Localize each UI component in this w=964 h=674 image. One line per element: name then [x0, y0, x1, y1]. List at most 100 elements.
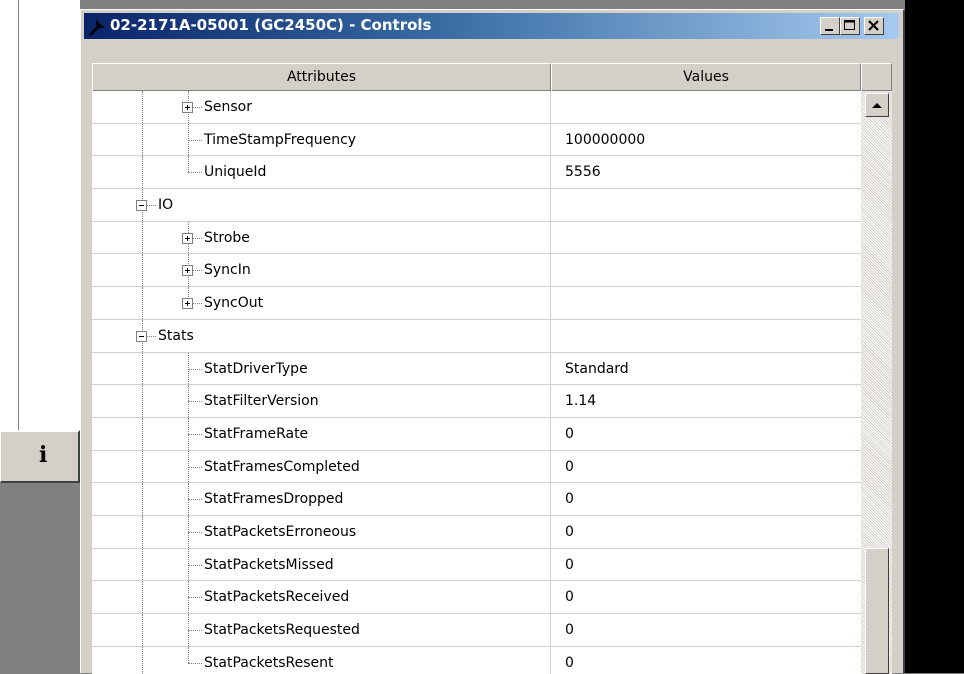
table-row[interactable]: UniqueId 5556	[92, 156, 861, 190]
value-cell[interactable]	[551, 189, 861, 221]
attribute-label: Strobe	[204, 229, 250, 246]
table-row[interactable]: StatFramesCompleted 0	[92, 450, 861, 484]
expand-icon[interactable]	[182, 232, 193, 244]
table-row[interactable]: StatFrameRate 0	[92, 417, 861, 451]
collapse-icon[interactable]	[136, 330, 147, 342]
table-row[interactable]: StatPacketsResent 0	[92, 646, 861, 674]
attribute-cell[interactable]: StatPacketsErroneous	[92, 515, 551, 548]
background-panel	[0, 0, 80, 430]
attribute-cell[interactable]: StatPacketsMissed	[92, 548, 551, 581]
minimize-icon	[825, 29, 833, 31]
tree-line	[142, 156, 143, 189]
tree-line	[188, 630, 202, 631]
value-cell[interactable]	[551, 222, 861, 254]
attribute-cell[interactable]: StatFramesCompleted	[92, 450, 551, 483]
value-cell[interactable]: 0	[551, 581, 861, 613]
minimize-button[interactable]	[820, 17, 840, 35]
tree-line	[142, 91, 143, 123]
tree-line	[142, 221, 143, 254]
table-row[interactable]: StatPacketsErroneous 0	[92, 515, 861, 549]
value-cell[interactable]: 5556	[551, 156, 861, 188]
tree-line	[142, 515, 143, 548]
column-header-values[interactable]: Values	[551, 63, 861, 91]
table-row[interactable]: SyncOut	[92, 287, 861, 320]
attribute-cell[interactable]: StatDriverType	[92, 352, 551, 385]
value-cell[interactable]	[551, 254, 861, 286]
attribute-cell[interactable]: Sensor	[92, 91, 551, 123]
tree-line	[142, 450, 143, 483]
grid-header: Attributes Values	[92, 63, 892, 91]
window-title: 02-2171A-05001 (GC2450C) - Controls	[110, 16, 432, 34]
background-right	[905, 0, 964, 673]
table-row[interactable]: StatFilterVersion 1.14	[92, 385, 861, 418]
value-cell[interactable]: 0	[551, 516, 861, 548]
wrench-icon	[89, 19, 105, 36]
attribute-label: StatPacketsRequested	[204, 622, 360, 638]
table-row[interactable]: StatPacketsMissed 0	[92, 548, 861, 582]
attribute-cell[interactable]: StatFrameRate	[92, 417, 551, 450]
vertical-scrollbar[interactable]	[861, 91, 892, 674]
value-cell[interactable]: 0	[551, 451, 861, 483]
tree-line	[142, 385, 143, 417]
info-icon: i	[39, 442, 48, 468]
tree-line	[188, 401, 202, 403]
tree-line	[188, 564, 202, 566]
attribute-label: StatDriverType	[204, 360, 308, 377]
close-button[interactable]	[864, 17, 884, 35]
table-row[interactable]: StatDriverType Standard	[92, 352, 861, 386]
value-cell[interactable]	[551, 91, 861, 123]
value-cell[interactable]: 1.14	[551, 385, 861, 417]
value-cell[interactable]: 0	[551, 614, 861, 646]
column-header-attributes[interactable]: Attributes	[92, 63, 551, 91]
table-row[interactable]: Strobe	[92, 221, 861, 255]
scrollbar-thumb[interactable]	[865, 548, 889, 674]
expand-icon[interactable]	[182, 298, 193, 310]
tree-line	[188, 139, 202, 141]
attribute-label: Stats	[158, 327, 194, 344]
table-row[interactable]: StatPacketsReceived 0	[92, 581, 861, 614]
background-divider	[18, 0, 19, 430]
attribute-cell[interactable]: TimeStampFrequency	[92, 123, 551, 156]
attribute-cell[interactable]: SyncOut	[92, 287, 551, 319]
maximize-icon	[844, 20, 855, 30]
info-button[interactable]: i	[0, 430, 80, 483]
title-bar[interactable]: 02-2171A-05001 (GC2450C) - Controls	[84, 13, 899, 39]
value-cell[interactable]: 100000000	[551, 124, 861, 156]
table-row[interactable]: Sensor	[92, 91, 861, 124]
attribute-cell[interactable]: Stats	[92, 319, 551, 352]
expand-icon[interactable]	[182, 265, 193, 277]
value-cell[interactable]: 0	[551, 418, 861, 450]
table-row[interactable]: IO	[92, 189, 861, 222]
value-cell[interactable]: 0	[551, 647, 861, 674]
value-cell[interactable]: 0	[551, 549, 861, 581]
header-corner	[861, 63, 892, 91]
attributes-grid: Attributes Values Sensor TimeStampFrequen…	[92, 63, 892, 674]
value-cell[interactable]: 0	[551, 483, 861, 515]
tree-line	[142, 614, 143, 646]
attribute-cell[interactable]: StatPacketsResent	[92, 646, 551, 674]
table-row[interactable]: StatFramesDropped 0	[92, 483, 861, 516]
attribute-cell[interactable]: StatPacketsReceived	[92, 581, 551, 613]
table-row[interactable]: Stats	[92, 319, 861, 353]
maximize-button[interactable]	[840, 17, 860, 35]
expand-icon[interactable]	[182, 102, 193, 113]
collapse-icon[interactable]	[136, 200, 147, 212]
table-row[interactable]: TimeStampFrequency 100000000	[92, 123, 861, 157]
attribute-cell[interactable]: IO	[92, 189, 551, 221]
attribute-label: StatFramesCompleted	[204, 458, 360, 475]
attribute-cell[interactable]: SyncIn	[92, 254, 551, 287]
value-cell[interactable]	[551, 287, 861, 319]
attribute-cell[interactable]: UniqueId	[92, 156, 551, 189]
table-row[interactable]: SyncIn	[92, 254, 861, 288]
attribute-cell[interactable]: StatFramesDropped	[92, 483, 551, 515]
attribute-cell[interactable]: StatFilterVersion	[92, 385, 551, 417]
tree-line	[142, 483, 143, 515]
scroll-up-button[interactable]	[865, 93, 889, 117]
attribute-label: TimeStampFrequency	[204, 131, 357, 148]
value-cell[interactable]: Standard	[551, 353, 861, 385]
attribute-cell[interactable]: Strobe	[92, 221, 551, 254]
table-row[interactable]: StatPacketsRequested 0	[92, 614, 861, 647]
attribute-cell[interactable]: StatPacketsRequested	[92, 614, 551, 646]
attribute-label: StatFrameRate	[204, 425, 309, 442]
value-cell[interactable]	[551, 320, 861, 352]
